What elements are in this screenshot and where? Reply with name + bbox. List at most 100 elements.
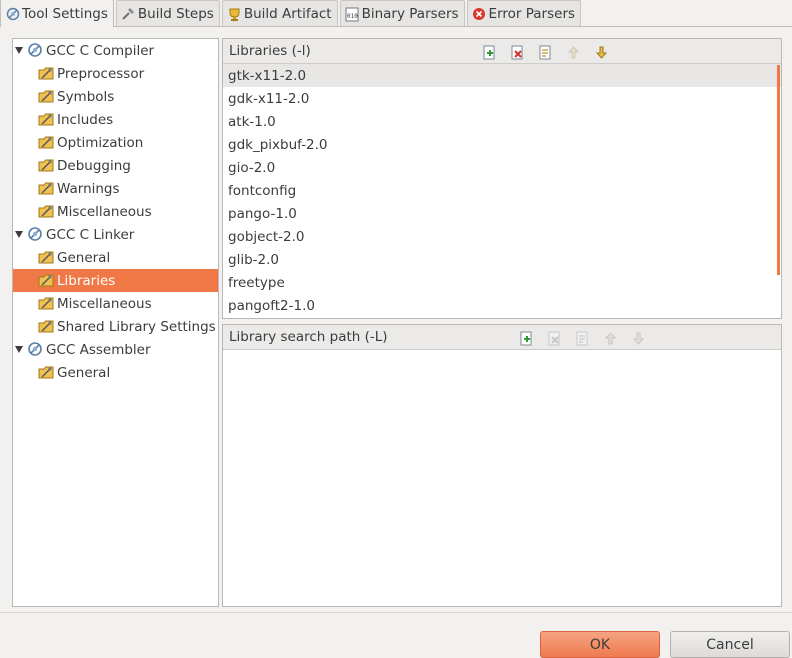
tab-label: Build Artifact <box>243 6 332 22</box>
add-icon <box>483 45 495 59</box>
delete-icon <box>548 331 560 345</box>
tree-node-shared-library-settings[interactable]: Shared Library Settings <box>13 315 218 338</box>
tree-label: Warnings <box>57 180 120 197</box>
list-item[interactable]: pango-1.0 <box>223 202 781 225</box>
expand-arrow-icon[interactable] <box>15 346 23 353</box>
settings-page-icon <box>38 65 54 81</box>
tree-node-optimization[interactable]: Optimization <box>13 131 218 154</box>
expand-arrow-icon[interactable] <box>15 231 23 238</box>
add-icon <box>520 331 532 345</box>
delete-icon <box>511 45 523 59</box>
list-item[interactable]: gtk-x11-2.0 <box>223 64 781 87</box>
tree-label: GCC C Compiler <box>46 42 155 59</box>
delete-button[interactable] <box>546 330 563 346</box>
list-item[interactable]: pangoft2-1.0 <box>223 294 781 317</box>
edit-icon <box>539 45 551 59</box>
move-up-icon <box>604 331 617 344</box>
list-item[interactable]: gobject-2.0 <box>223 225 781 248</box>
tree-node-warnings[interactable]: Warnings <box>13 177 218 200</box>
edit-button[interactable] <box>574 330 591 346</box>
move-down-icon <box>595 46 608 59</box>
settings-page-icon <box>38 111 54 127</box>
move-up-button[interactable] <box>602 330 619 346</box>
settings-page-icon <box>38 295 54 311</box>
list-item[interactable]: fontconfig <box>223 179 781 202</box>
settings-page-icon <box>38 157 54 173</box>
list-item[interactable]: atk-1.0 <box>223 110 781 133</box>
tree-label: Symbols <box>57 88 115 105</box>
search-path-toolbar <box>518 330 658 346</box>
cancel-button[interactable]: Cancel <box>670 631 790 658</box>
tree-node-gcc-c-linker[interactable]: GCC C Linker <box>13 223 218 246</box>
tree-node-general[interactable]: General <box>13 246 218 269</box>
settings-page-icon <box>38 364 54 380</box>
tab-binary-parsers[interactable]: 010 Binary Parsers <box>339 0 465 27</box>
settings-page-icon <box>38 318 54 334</box>
settings-page-icon <box>38 180 54 196</box>
tab-label: Tool Settings <box>22 5 108 22</box>
svg-text:010: 010 <box>347 13 358 20</box>
libraries-title: Libraries (-l) <box>229 43 311 59</box>
search-path-panel: Library search path (-L) <box>222 324 782 607</box>
libraries-panel: Libraries (-l) gtk-x11-2.0 gdk-x11-2.0 a… <box>222 38 782 319</box>
tree-label: General <box>57 249 111 266</box>
delete-button[interactable] <box>509 44 526 60</box>
ok-button[interactable]: OK <box>540 631 660 658</box>
tool-gear-icon <box>27 226 43 242</box>
tree-node-gcc-assembler[interactable]: GCC Assembler <box>13 338 218 361</box>
tab-build-steps[interactable]: Build Steps <box>115 0 220 27</box>
list-item[interactable]: gdk-x11-2.0 <box>223 87 781 110</box>
tool-settings-icon <box>5 6 20 21</box>
search-path-list[interactable] <box>223 350 781 606</box>
tree-label: Preprocessor <box>57 65 145 82</box>
list-item[interactable]: freetype <box>223 271 781 294</box>
tab-error-parsers[interactable]: Error Parsers <box>466 0 582 27</box>
settings-page-icon <box>38 134 54 150</box>
tool-tree[interactable]: GCC C Compiler Preprocessor Symbols Incl… <box>12 38 219 607</box>
tab-bar: Tool Settings Build Steps Build Artifact… <box>0 0 792 27</box>
libraries-scrollbar[interactable] <box>777 65 780 275</box>
move-down-button[interactable] <box>593 44 610 60</box>
tree-node-gcc-c-compiler[interactable]: GCC C Compiler <box>13 39 218 62</box>
libraries-header: Libraries (-l) <box>223 39 781 64</box>
tree-label: General <box>57 364 111 381</box>
tree-label: GCC Assembler <box>46 341 151 358</box>
move-up-button[interactable] <box>565 44 582 60</box>
edit-button[interactable] <box>537 44 554 60</box>
tree-node-debugging[interactable]: Debugging <box>13 154 218 177</box>
build-artifact-icon <box>227 7 242 22</box>
list-item[interactable]: glib-2.0 <box>223 248 781 271</box>
list-item[interactable]: gio-2.0 <box>223 156 781 179</box>
tree-node-symbols[interactable]: Symbols <box>13 85 218 108</box>
binary-parsers-icon: 010 <box>345 7 360 22</box>
tab-label: Binary Parsers <box>361 6 459 22</box>
libraries-toolbar <box>481 44 621 60</box>
tree-label: Miscellaneous <box>57 203 152 220</box>
tree-label: Miscellaneous <box>57 295 152 312</box>
tree-label: Shared Library Settings <box>57 318 216 335</box>
expand-arrow-icon[interactable] <box>15 47 23 54</box>
tree-node-general[interactable]: General <box>13 361 218 384</box>
add-button[interactable] <box>481 44 498 60</box>
settings-page-icon <box>38 88 54 104</box>
list-item[interactable]: gdk_pixbuf-2.0 <box>223 133 781 156</box>
settings-page-icon <box>38 272 54 288</box>
tree-node-miscellaneous[interactable]: Miscellaneous <box>13 200 218 223</box>
tree-label: Debugging <box>57 157 131 174</box>
tree-node-libraries[interactable]: Libraries <box>13 269 218 292</box>
search-path-header: Library search path (-L) <box>223 325 781 350</box>
tree-label: Optimization <box>57 134 144 151</box>
move-down-button[interactable] <box>630 330 647 346</box>
tree-label: GCC C Linker <box>46 226 135 243</box>
libraries-list[interactable]: gtk-x11-2.0 gdk-x11-2.0 atk-1.0 gdk_pixb… <box>223 64 781 317</box>
tab-build-artifact[interactable]: Build Artifact <box>221 0 338 27</box>
move-down-icon <box>632 332 645 345</box>
tree-node-miscellaneous[interactable]: Miscellaneous <box>13 292 218 315</box>
tab-tool-settings[interactable]: Tool Settings <box>0 0 114 27</box>
tree-node-includes[interactable]: Includes <box>13 108 218 131</box>
build-steps-icon <box>121 7 136 22</box>
error-parsers-icon <box>472 7 487 22</box>
add-button[interactable] <box>518 330 535 346</box>
edit-icon <box>576 331 588 345</box>
tree-node-preprocessor[interactable]: Preprocessor <box>13 62 218 85</box>
